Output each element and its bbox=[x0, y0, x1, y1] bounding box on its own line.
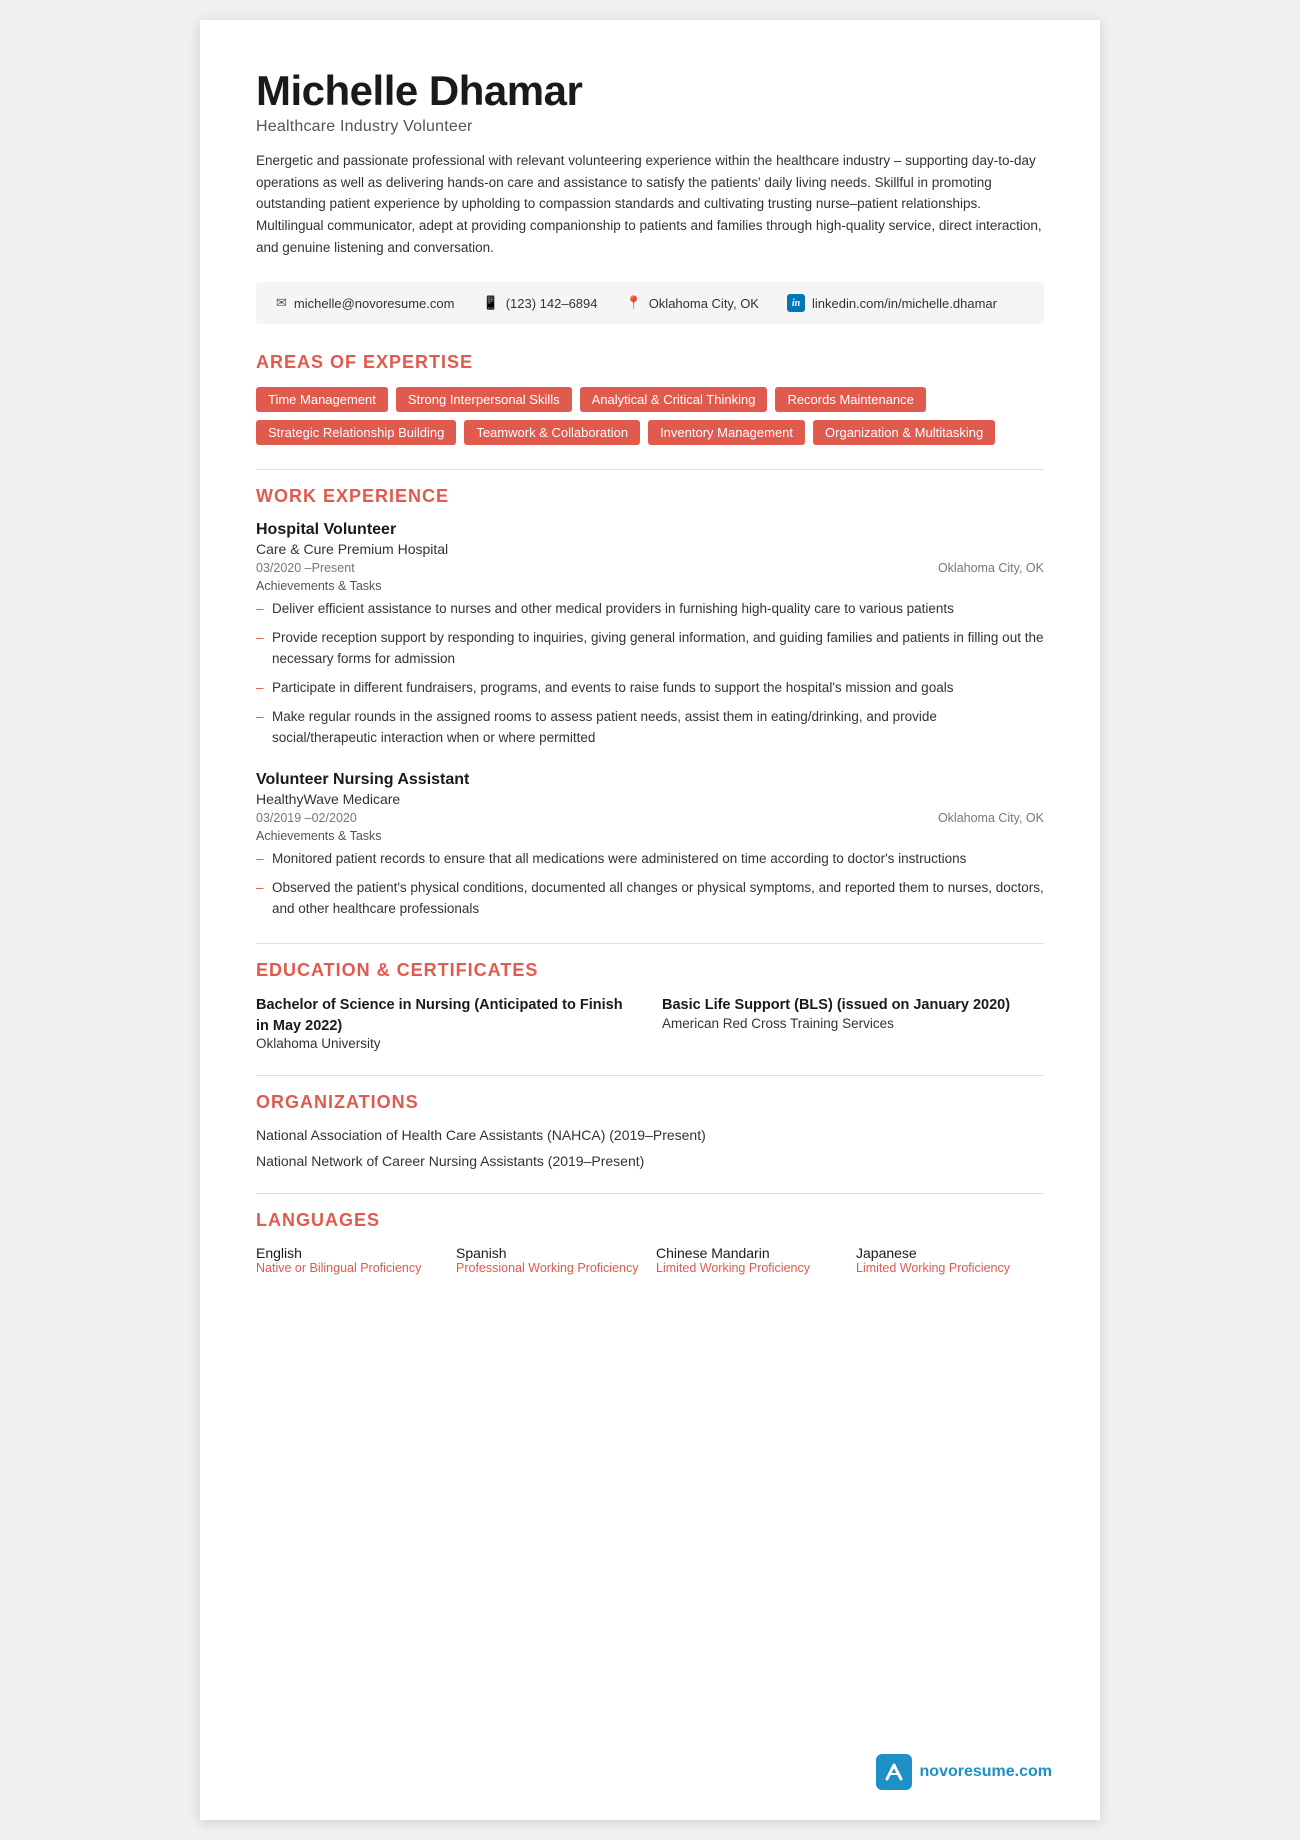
edu-2-school: American Red Cross Training Services bbox=[662, 1016, 1044, 1031]
edu-1-degree: Bachelor of Science in Nursing (Anticipa… bbox=[256, 995, 638, 1036]
location-icon: 📍 bbox=[626, 295, 642, 311]
candidate-summary: Energetic and passionate professional wi… bbox=[256, 150, 1044, 258]
bullet-item: Deliver efficient assistance to nurses a… bbox=[256, 599, 1044, 620]
languages-grid: English Native or Bilingual Proficiency … bbox=[256, 1245, 1044, 1275]
email-icon: ✉ bbox=[276, 295, 287, 311]
organizations-section: ORGANIZATIONS National Association of He… bbox=[256, 1092, 1044, 1169]
expertise-section: AREAS OF EXPERTISE Time Management Stron… bbox=[256, 352, 1044, 445]
contact-email: ✉ michelle@novoresume.com bbox=[276, 295, 455, 311]
divider-edu bbox=[256, 1075, 1044, 1076]
tag-inventory: Inventory Management bbox=[648, 420, 805, 445]
work-experience-section: WORK EXPERIENCE Hospital Volunteer Care … bbox=[256, 486, 1044, 919]
candidate-title: Healthcare Industry Volunteer bbox=[256, 118, 1044, 136]
job-1-location: Oklahoma City, OK bbox=[938, 561, 1044, 575]
bullet-item: Monitored patient records to ensure that… bbox=[256, 849, 1044, 870]
novoresume-icon bbox=[876, 1754, 912, 1790]
edu-2-degree: Basic Life Support (BLS) (issued on Janu… bbox=[662, 995, 1044, 1015]
linkedin-icon: in bbox=[787, 294, 805, 312]
contact-linkedin: in linkedin.com/in/michelle.dhamar bbox=[787, 294, 997, 312]
job-1-employer: Care & Cure Premium Hospital bbox=[256, 541, 1044, 557]
org-item-2: National Network of Career Nursing Assis… bbox=[256, 1153, 1044, 1169]
candidate-name: Michelle Dhamar bbox=[256, 68, 1044, 114]
divider-work bbox=[256, 943, 1044, 944]
tag-records: Records Maintenance bbox=[775, 387, 925, 412]
org-item-1: National Association of Health Care Assi… bbox=[256, 1127, 1044, 1143]
job-1-title: Hospital Volunteer bbox=[256, 521, 1044, 539]
job-2-dates: 03/2019 –02/2020 bbox=[256, 811, 357, 825]
divider-org bbox=[256, 1193, 1044, 1194]
bullet-item: Participate in different fundraisers, pr… bbox=[256, 678, 1044, 699]
expertise-title: AREAS OF EXPERTISE bbox=[256, 352, 1044, 373]
job-2-bullets: Monitored patient records to ensure that… bbox=[256, 849, 1044, 920]
lang-spanish-level: Professional Working Proficiency bbox=[456, 1261, 644, 1275]
edu-1-school: Oklahoma University bbox=[256, 1036, 638, 1051]
edu-item-1: Bachelor of Science in Nursing (Anticipa… bbox=[256, 995, 638, 1051]
edu-item-2: Basic Life Support (BLS) (issued on Janu… bbox=[662, 995, 1044, 1051]
job-2-employer: HealthyWave Medicare bbox=[256, 791, 1044, 807]
contact-phone: 📱 (123) 142–6894 bbox=[483, 295, 598, 311]
tag-time-management: Time Management bbox=[256, 387, 388, 412]
lang-mandarin-name: Chinese Mandarin bbox=[656, 1245, 844, 1261]
tag-interpersonal: Strong Interpersonal Skills bbox=[396, 387, 572, 412]
lang-mandarin: Chinese Mandarin Limited Working Profici… bbox=[656, 1245, 844, 1275]
bullet-item: Make regular rounds in the assigned room… bbox=[256, 707, 1044, 749]
expertise-row-1: Time Management Strong Interpersonal Ski… bbox=[256, 387, 1044, 412]
tag-analytical: Analytical & Critical Thinking bbox=[580, 387, 768, 412]
languages-section: LANGUAGES English Native or Bilingual Pr… bbox=[256, 1210, 1044, 1275]
bullet-item: Observed the patient's physical conditio… bbox=[256, 878, 1044, 920]
lang-japanese-name: Japanese bbox=[856, 1245, 1044, 1261]
lang-spanish-name: Spanish bbox=[456, 1245, 644, 1261]
tag-organization: Organization & Multitasking bbox=[813, 420, 995, 445]
resume-page: Michelle Dhamar Healthcare Industry Volu… bbox=[200, 20, 1100, 1820]
tag-relationship: Strategic Relationship Building bbox=[256, 420, 456, 445]
phone-icon: 📱 bbox=[483, 295, 499, 311]
divider-expertise bbox=[256, 469, 1044, 470]
lang-mandarin-level: Limited Working Proficiency bbox=[656, 1261, 844, 1275]
job-1-meta: 03/2020 –Present Oklahoma City, OK bbox=[256, 561, 1044, 575]
footer-logo: novoresume.com bbox=[876, 1754, 1052, 1790]
job-2: Volunteer Nursing Assistant HealthyWave … bbox=[256, 771, 1044, 920]
bullet-item: Provide reception support by responding … bbox=[256, 628, 1044, 670]
job-1-achievements-label: Achievements & Tasks bbox=[256, 579, 1044, 593]
job-2-location: Oklahoma City, OK bbox=[938, 811, 1044, 825]
education-title: EDUCATION & CERTIFICATES bbox=[256, 960, 1044, 981]
contact-location: 📍 Oklahoma City, OK bbox=[626, 295, 759, 311]
expertise-row-2: Strategic Relationship Building Teamwork… bbox=[256, 420, 1044, 445]
lang-english-level: Native or Bilingual Proficiency bbox=[256, 1261, 444, 1275]
job-1: Hospital Volunteer Care & Cure Premium H… bbox=[256, 521, 1044, 749]
contact-bar: ✉ michelle@novoresume.com 📱 (123) 142–68… bbox=[256, 282, 1044, 324]
lang-spanish: Spanish Professional Working Proficiency bbox=[456, 1245, 644, 1275]
lang-japanese: Japanese Limited Working Proficiency bbox=[856, 1245, 1044, 1275]
job-2-meta: 03/2019 –02/2020 Oklahoma City, OK bbox=[256, 811, 1044, 825]
education-section: EDUCATION & CERTIFICATES Bachelor of Sci… bbox=[256, 960, 1044, 1051]
organizations-title: ORGANIZATIONS bbox=[256, 1092, 1044, 1113]
tag-teamwork: Teamwork & Collaboration bbox=[464, 420, 640, 445]
lang-english-name: English bbox=[256, 1245, 444, 1261]
education-grid: Bachelor of Science in Nursing (Anticipa… bbox=[256, 995, 1044, 1051]
work-experience-title: WORK EXPERIENCE bbox=[256, 486, 1044, 507]
novoresume-text: novoresume.com bbox=[920, 1763, 1052, 1781]
job-2-title: Volunteer Nursing Assistant bbox=[256, 771, 1044, 789]
lang-english: English Native or Bilingual Proficiency bbox=[256, 1245, 444, 1275]
languages-title: LANGUAGES bbox=[256, 1210, 1044, 1231]
lang-japanese-level: Limited Working Proficiency bbox=[856, 1261, 1044, 1275]
job-2-achievements-label: Achievements & Tasks bbox=[256, 829, 1044, 843]
job-1-dates: 03/2020 –Present bbox=[256, 561, 355, 575]
job-1-bullets: Deliver efficient assistance to nurses a… bbox=[256, 599, 1044, 749]
